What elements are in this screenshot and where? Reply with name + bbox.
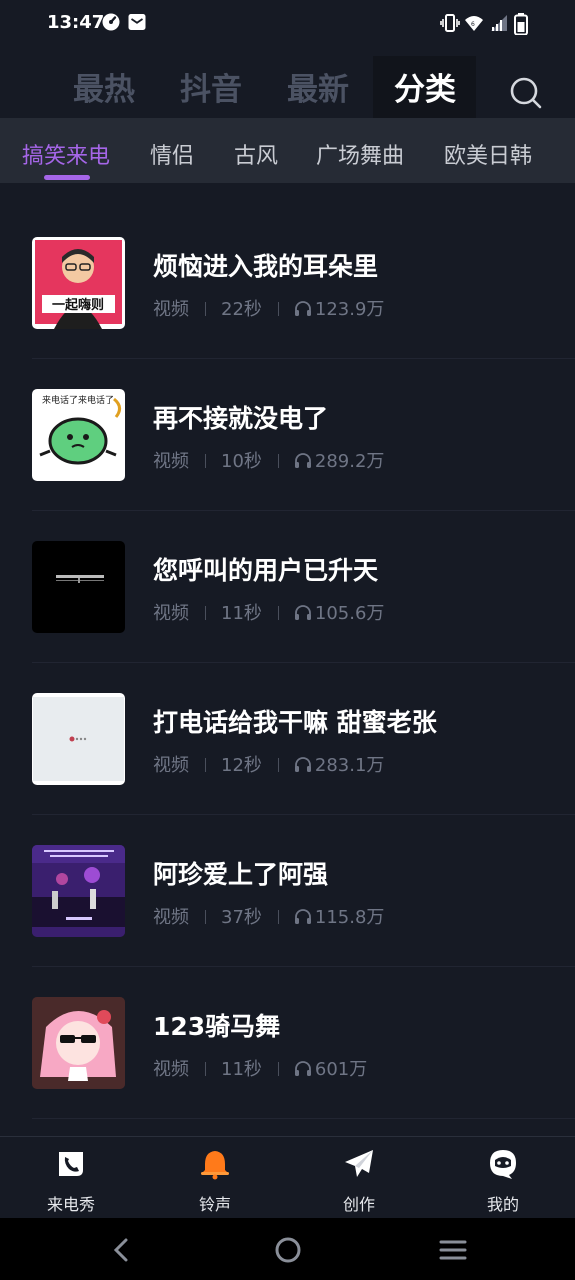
nav-label: 我的 [486,1195,519,1214]
nav-call-show[interactable]: 来电秀 [21,1137,121,1219]
wifi-icon: 6 [464,13,484,37]
item-meta: 视频 11秒 601万 [153,1055,367,1081]
top-tabs: 最热 抖音 最新 分类 [0,48,575,118]
status-bar: 13:47 6 [0,0,575,48]
item-duration: 11秒 [221,1059,262,1080]
active-subtab-indicator [44,175,90,180]
video-thumbnail [32,845,125,937]
item-duration: 22秒 [221,299,262,320]
list-item[interactable]: 来电话了来电话了 再不接就没电了 视频 10秒 289.2万 [0,359,575,511]
subtab-ancient-style[interactable]: 古风 [234,138,278,170]
item-title: 123骑马舞 [153,1012,281,1041]
svg-text:6: 6 [471,21,475,28]
bottom-navigation: 来电秀 铃声 创作 我的 [0,1136,575,1218]
battery-icon [514,13,528,39]
item-type: 视频 [153,755,189,776]
nav-create[interactable]: 创作 [309,1137,409,1219]
profile-icon [487,1148,519,1180]
item-type: 视频 [153,299,189,320]
video-thumbnail [32,997,125,1089]
subtab-square-dance[interactable]: 广场舞曲 [316,138,404,170]
signal-icon [489,13,509,37]
item-duration: 10秒 [221,451,262,472]
item-meta: 视频 37秒 115.8万 [153,903,384,929]
home-icon[interactable] [274,1236,302,1264]
nav-label: 创作 [342,1195,375,1214]
tab-category[interactable]: 分类 [394,64,456,109]
item-plays: 289.2万 [314,451,385,472]
phone-icon [55,1148,87,1180]
sub-category-tabs: 搞笑来电 情侣 古风 广场舞曲 欧美日韩 [0,118,575,183]
back-icon[interactable] [108,1236,136,1264]
speed-dial-icon [102,13,120,35]
bell-icon [199,1148,231,1180]
paper-plane-icon [343,1148,375,1180]
menu-icon[interactable] [439,1236,467,1264]
nav-ringtones[interactable]: 铃声 [165,1137,265,1219]
tab-hot[interactable]: 最热 [73,64,135,109]
item-meta: 视频 11秒 105.6万 [153,599,384,625]
item-plays: 123.9万 [314,299,385,320]
list-item[interactable]: 阿珍爱上了阿强 视频 37秒 115.8万 [0,815,575,967]
item-title: 烦恼进入我的耳朵里 [153,252,379,281]
item-meta: 视频 12秒 283.1万 [153,751,384,777]
nav-label: 来电秀 [46,1195,95,1214]
item-plays: 115.8万 [314,907,385,928]
video-thumbnail: 来电话了来电话了 [32,389,125,481]
list-item[interactable]: 一起嗨则 烦恼进入我的耳朵里 视频 22秒 123.9万 [0,207,575,359]
list-item[interactable]: 123骑马舞 视频 11秒 601万 [0,967,575,1119]
item-plays: 601万 [314,1059,368,1080]
item-title: 打电话给我干嘛 甜蜜老张 [153,708,437,737]
list-item[interactable]: 打电话给我干嘛 甜蜜老张 视频 12秒 283.1万 [0,663,575,815]
thumb-caption: 来电话了来电话了 [42,394,114,406]
tab-newest[interactable]: 最新 [287,64,349,109]
item-title: 阿珍爱上了阿强 [153,860,329,889]
headphones-icon [294,452,312,470]
headphones-icon [294,908,312,926]
vibrate-icon [440,13,460,37]
ringtone-list: 一起嗨则 烦恼进入我的耳朵里 视频 22秒 123.9万 来电话了来电话了 再不接就… [0,207,575,1119]
subtab-couples[interactable]: 情侣 [150,138,194,170]
tab-douyin[interactable]: 抖音 [180,64,242,109]
item-type: 视频 [153,603,189,624]
subtab-western-jp-kr[interactable]: 欧美日韩 [444,138,532,170]
item-duration: 12秒 [221,755,262,776]
system-navigation-bar [0,1218,575,1280]
headphones-icon [294,604,312,622]
headphones-icon [294,1060,312,1078]
item-type: 视频 [153,1059,189,1080]
search-icon[interactable] [507,74,543,110]
item-meta: 视频 22秒 123.9万 [153,295,384,321]
item-plays: 283.1万 [314,755,385,776]
nav-label: 铃声 [198,1195,231,1214]
nav-profile[interactable]: 我的 [453,1137,553,1219]
subtab-funny-calls[interactable]: 搞笑来电 [22,138,110,170]
item-duration: 11秒 [221,603,262,624]
thumb-caption: 一起嗨则 [52,297,104,313]
item-type: 视频 [153,451,189,472]
video-thumbnail: 一起嗨则 [32,237,125,329]
status-time: 13:47 [47,12,105,33]
headphones-icon [294,300,312,318]
item-duration: 37秒 [221,907,262,928]
divider [32,1118,575,1119]
headphones-icon [294,756,312,774]
video-thumbnail [32,541,125,633]
item-title: 您呼叫的用户已升天 [153,556,379,585]
item-plays: 105.6万 [314,603,385,624]
item-meta: 视频 10秒 289.2万 [153,447,384,473]
mail-icon [128,13,146,35]
list-item[interactable]: 您呼叫的用户已升天 视频 11秒 105.6万 [0,511,575,663]
item-title: 再不接就没电了 [153,404,329,433]
item-type: 视频 [153,907,189,928]
video-thumbnail [32,693,125,785]
